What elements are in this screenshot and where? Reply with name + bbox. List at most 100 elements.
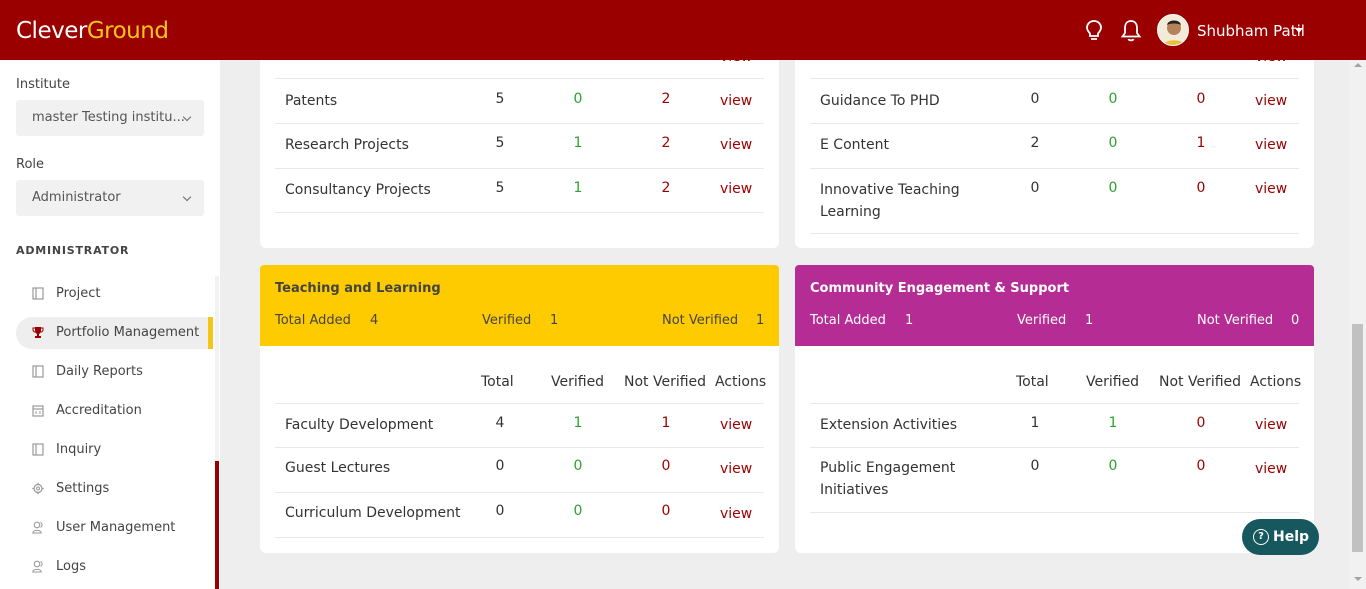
total-added-value: 1	[905, 313, 914, 328]
total-added-label: Total Added	[810, 313, 886, 328]
view-link[interactable]: view	[720, 93, 752, 109]
view-link[interactable]: view	[1255, 461, 1287, 477]
row-not-verified: 0	[1196, 415, 1206, 431]
scroll-up-arrow-icon[interactable]	[1354, 63, 1362, 67]
clever-ground-logo[interactable]: CleverGround	[16, 16, 169, 46]
verified-label: Verified	[482, 313, 532, 328]
table-row: Guidance To PHD 0 0 0 view	[810, 78, 1299, 124]
row-name: Guidance To PHD	[820, 93, 940, 109]
sidebar-item-label: Accreditation	[56, 403, 142, 418]
chevron-down-icon[interactable]	[1295, 28, 1303, 33]
help-button[interactable]: ? Help	[1242, 519, 1319, 555]
col-header-total: Total	[1016, 374, 1049, 390]
document-icon	[32, 443, 44, 456]
view-link[interactable]: view	[720, 506, 752, 522]
col-header-not-verified: Not Verified	[624, 374, 707, 390]
view-link[interactable]: view	[720, 137, 752, 153]
community-engagement-card: Community Engagement & Support Total Add…	[795, 265, 1314, 553]
row-total: 0	[495, 458, 505, 474]
view-link[interactable]: view	[1255, 181, 1287, 197]
row-total: 0	[495, 503, 505, 519]
row-verified: 0	[1108, 458, 1118, 474]
view-link[interactable]: view	[720, 417, 752, 433]
users-icon	[32, 521, 43, 534]
row-total: 4	[495, 415, 505, 431]
logo-text-ground: Ground	[86, 18, 169, 44]
row-verified: 0	[573, 91, 583, 107]
not-verified-label: Not Verified	[1197, 313, 1274, 328]
col-header-total: Total	[481, 374, 514, 390]
verified-value: 1	[1085, 313, 1094, 328]
scroll-down-arrow-icon[interactable]	[1354, 577, 1362, 581]
sidebar-scroll-thumb[interactable]	[215, 461, 219, 589]
view-link[interactable]: view	[1255, 137, 1287, 153]
bell-icon[interactable]	[1119, 18, 1143, 44]
user-avatar[interactable]	[1157, 14, 1189, 46]
document-icon	[32, 287, 44, 300]
verified-value: 1	[550, 313, 559, 328]
row-name: Consultancy Projects	[285, 182, 431, 198]
row-total: 5	[495, 135, 505, 151]
card-title: Community Engagement & Support	[810, 281, 1070, 296]
row-not-verified: 2	[661, 135, 671, 151]
row-name: Guest Lectures	[285, 460, 391, 476]
total-added-value: 4	[370, 313, 379, 328]
row-name: Extension Activities	[820, 417, 958, 433]
row-verified: 1	[573, 135, 583, 151]
view-link[interactable]: view	[1255, 417, 1287, 433]
sidebar-item-project[interactable]: Project	[16, 278, 213, 310]
sidebar-item-daily-reports[interactable]: Daily Reports	[16, 356, 213, 388]
institute-select[interactable]: master Testing institu...	[16, 100, 204, 136]
institute-select-value: master Testing institu...	[32, 110, 185, 125]
question-icon: ?	[1253, 529, 1269, 545]
row-name-line1: Innovative Teaching	[820, 182, 960, 198]
row-name-line2: Learning	[820, 204, 881, 220]
not-verified-value: 0	[1291, 313, 1300, 328]
page-scroll-thumb[interactable]	[1352, 324, 1363, 552]
teaching-misc-card: view Guidance To PHD 0 0 0 view E Conten…	[795, 60, 1314, 248]
sidebar-item-settings[interactable]: Settings	[16, 473, 213, 505]
table-row: Patents 5 0 2 view	[275, 78, 764, 124]
row-name: Research Projects	[285, 137, 409, 153]
row-name-line2: Initiatives	[820, 482, 889, 498]
row-not-verified: 0	[661, 458, 671, 474]
col-header-not-verified: Not Verified	[1159, 374, 1242, 390]
col-header-verified: Verified	[551, 374, 605, 390]
not-verified-label: Not Verified	[662, 313, 739, 328]
user-name[interactable]: Shubham Patil	[1197, 21, 1305, 41]
research-card: view Patents 5 0 2 view Research Project…	[260, 60, 779, 248]
row-total: 0	[1030, 91, 1040, 107]
row-verified: 1	[573, 415, 583, 431]
sidebar-item-portfolio-management[interactable]: Portfolio Management	[16, 317, 213, 349]
sidebar-item-label: Settings	[56, 481, 110, 496]
page-scrollbar[interactable]	[1349, 60, 1366, 589]
sidebar-item-label: Project	[56, 286, 101, 301]
row-verified: 1	[573, 180, 583, 196]
row-verified: 0	[1108, 91, 1118, 107]
row-name: E Content	[820, 137, 889, 153]
gear-icon	[32, 482, 44, 495]
table-row: Innovative Teaching Learning 0 0 0 view	[810, 169, 1299, 234]
sidebar-item-accreditation[interactable]: Accreditation	[16, 395, 213, 427]
table-row: Guest Lectures 0 0 0 view	[275, 448, 764, 493]
row-total: 0	[1030, 180, 1040, 196]
sidebar-item-user-management[interactable]: User Management	[16, 512, 213, 544]
role-select[interactable]: Administrator	[16, 180, 204, 216]
row-not-verified: 0	[1196, 458, 1206, 474]
calendar-icon	[32, 405, 44, 417]
sidebar-item-label: Inquiry	[56, 442, 102, 457]
row-total: 0	[1030, 458, 1040, 474]
users-icon	[32, 560, 43, 573]
view-link[interactable]: view	[1255, 93, 1287, 109]
view-link[interactable]: view	[720, 461, 752, 477]
sidebar-item-logs[interactable]: Logs	[16, 551, 213, 583]
row-not-verified: 0	[1196, 180, 1206, 196]
view-link[interactable]: view	[720, 181, 752, 197]
col-header-verified: Verified	[1086, 374, 1140, 390]
row-verified: 0	[573, 503, 583, 519]
sidebar-item-inquiry[interactable]: Inquiry	[16, 434, 213, 466]
table-row: Research Projects 5 1 2 view	[275, 124, 764, 169]
lightbulb-icon[interactable]	[1082, 18, 1106, 44]
row-name: Innovative Teaching Learning	[820, 179, 960, 223]
top-navbar: CleverGround Shubham Patil	[0, 0, 1366, 60]
